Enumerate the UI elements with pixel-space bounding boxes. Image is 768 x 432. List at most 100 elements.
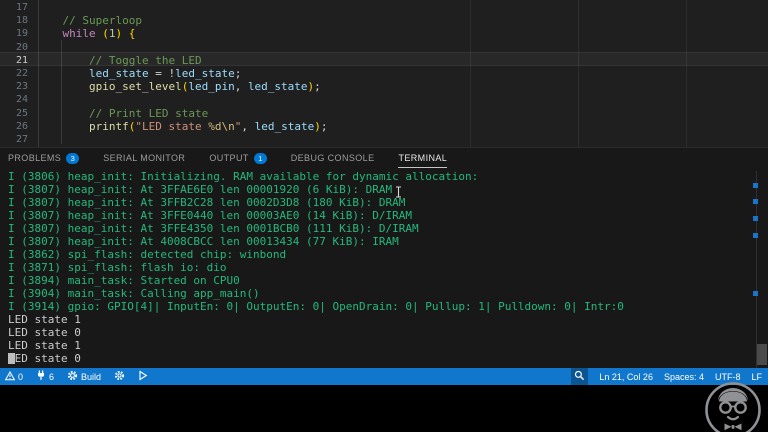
plug-icon [36, 370, 46, 383]
panel-tab-label: DEBUG CONSOLE [290, 153, 375, 163]
code-token: led_pin [188, 80, 235, 93]
warning-icon [4, 370, 16, 383]
status-bar: 0 6 Build Ln 21, Col 26 Spaces: 4 UTF-8 … [0, 368, 768, 385]
cursor-position-indicator[interactable]: Ln 21, Col 26 [599, 372, 653, 382]
code-token: ( [102, 27, 109, 40]
code-token: { [128, 27, 136, 40]
flash-settings-button[interactable] [114, 370, 125, 383]
code-line-25[interactable]: // Print LED state [36, 107, 208, 120]
terminal-line: LED state 1 [8, 339, 81, 352]
gear-icon [67, 370, 78, 383]
code-token: ) [314, 120, 321, 133]
code-editor[interactable]: 17 18 19 20 21 22 23 24 25 26 27 // Superloop whil… [0, 0, 768, 147]
code-token: 1 [108, 27, 116, 40]
code-token: ; [234, 67, 242, 80]
zoom-search-button[interactable] [571, 368, 589, 385]
panel-tab-terminal[interactable]: TERMINAL [398, 148, 448, 168]
terminal-line: I (3914) gpio: GPIO[4]| InputEn: 0| Outp… [8, 300, 624, 313]
run-monitor-button[interactable] [138, 370, 148, 383]
line-number-24[interactable]: 24 [0, 93, 28, 106]
code-token: led_state [88, 67, 149, 80]
line-number-25[interactable]: 25 [0, 107, 28, 120]
terminal-line: I (3904) main_task: Calling app_main() [8, 287, 260, 300]
terminal-line: I (3807) heap_init: At 3FFE0440 len 0000… [8, 209, 412, 222]
line-number-21[interactable]: 21 [0, 54, 28, 67]
line-number-26[interactable]: 26 [0, 120, 28, 133]
scrollbar-annotation [753, 183, 758, 188]
code-token: gpio_set_level [88, 80, 182, 93]
line-number-22[interactable]: 22 [0, 67, 28, 80]
terminal-output[interactable]: I (3806) heap_init: Initializing. RAM av… [8, 170, 624, 365]
panel-tab-debug-console[interactable]: DEBUG CONSOLE [291, 149, 375, 168]
terminal-line: I (3807) heap_init: At 4008CBCC len 0001… [8, 235, 399, 248]
text-ibeam-pointer-icon [395, 185, 402, 203]
code-token: , [241, 120, 255, 133]
code-token: = ! [148, 67, 176, 80]
terminal-scrollbar-thumb[interactable] [757, 344, 767, 365]
panel-tab-output[interactable]: OUTPUT 1 [209, 149, 267, 168]
panel-tabs: PROBLEMS 3 SERIAL MONITOR OUTPUT 1 DEBUG CONS… [8, 148, 448, 168]
line-number-18[interactable]: 18 [0, 14, 28, 27]
build-label: Build [81, 371, 102, 382]
panel-tab-label: PROBLEMS [8, 153, 62, 163]
code-token: \n [221, 120, 235, 133]
code-token: , [234, 80, 248, 93]
terminal-line: LED state 1 [8, 313, 81, 326]
line-number-23[interactable]: 23 [0, 80, 28, 93]
terminal-line: I (3807) heap_init: At 3FFAE6E0 len 0000… [8, 183, 393, 196]
code-token: "LED state [135, 120, 209, 133]
terminal-line: LED state 0 [8, 326, 81, 339]
play-icon [138, 370, 148, 383]
terminal-line: I (3894) main_task: Started on CPU0 [8, 274, 240, 287]
nerd-face-logo-icon [703, 380, 763, 432]
problems-status-item[interactable]: 0 [4, 370, 24, 383]
scrollbar-annotation [753, 216, 758, 221]
code-token: // Print LED state [36, 107, 209, 120]
port-number: 6 [49, 371, 55, 382]
vscode-window: 17 18 19 20 21 22 23 24 25 26 27 // Superloop whil… [0, 0, 768, 432]
panel-tab-label: SERIAL MONITOR [103, 153, 186, 163]
magnifier-icon [574, 370, 585, 383]
indentation-indicator[interactable]: Spaces: 4 [664, 372, 704, 382]
gear-icon [114, 370, 125, 383]
code-token: ; [314, 80, 321, 93]
terminal-line: I (3862) spi_flash: detected chip: winbo… [8, 248, 287, 261]
code-line-21[interactable]: // Toggle the LED [36, 54, 202, 67]
code-token: printf [88, 120, 129, 133]
code-line-18[interactable]: // Superloop [36, 14, 142, 27]
serial-port-status-item[interactable]: 6 [36, 370, 54, 383]
code-line-23[interactable]: gpio_set_level(led_pin, led_state); [36, 80, 321, 93]
code-token: %d [208, 120, 222, 133]
panel-tab-serial-monitor[interactable]: SERIAL MONITOR [103, 149, 185, 168]
editor-gutter[interactable]: 17 18 19 20 21 22 23 24 25 26 27 [0, 0, 28, 147]
build-button[interactable]: Build [67, 370, 101, 383]
terminal-line: LED state 0 [8, 352, 81, 365]
line-number-20[interactable]: 20 [0, 41, 28, 54]
bottom-black-strip [0, 385, 768, 432]
code-line-19[interactable]: while (1) { [36, 27, 136, 40]
code-token: // Toggle the LED [36, 54, 202, 67]
scrollbar-annotation [753, 199, 758, 204]
terminal-line: I (3807) heap_init: At 3FFB2C28 len 0002… [8, 196, 406, 209]
code-token: // Superloop [36, 14, 142, 27]
code-line-22[interactable]: led_state = !led_state; [36, 67, 241, 80]
warning-count: 0 [18, 371, 24, 382]
line-number-19[interactable]: 19 [0, 27, 28, 40]
panel-tab-label: TERMINAL [398, 152, 448, 163]
terminal-cursor [8, 353, 15, 364]
terminal-line: I (3871) spi_flash: flash io: dio [8, 261, 227, 274]
line-number-27[interactable]: 27 [0, 133, 28, 146]
terminal-line: I (3807) heap_init: At 3FFE4350 len 0001… [8, 222, 419, 235]
scrollbar-annotation [753, 291, 758, 296]
code-token: led_state [175, 67, 235, 80]
code-line-26[interactable]: printf("LED state %d\n", led_state); [36, 120, 327, 133]
tab-count-badge: 1 [253, 152, 267, 164]
tab-count-badge: 3 [66, 152, 80, 164]
code-token: led_state [254, 120, 315, 133]
line-number-17[interactable]: 17 [0, 1, 28, 14]
panel-tab-problems[interactable]: PROBLEMS 3 [8, 149, 80, 168]
editor-code[interactable]: // Superloop while (1) { // Toggle the L… [36, 0, 768, 147]
